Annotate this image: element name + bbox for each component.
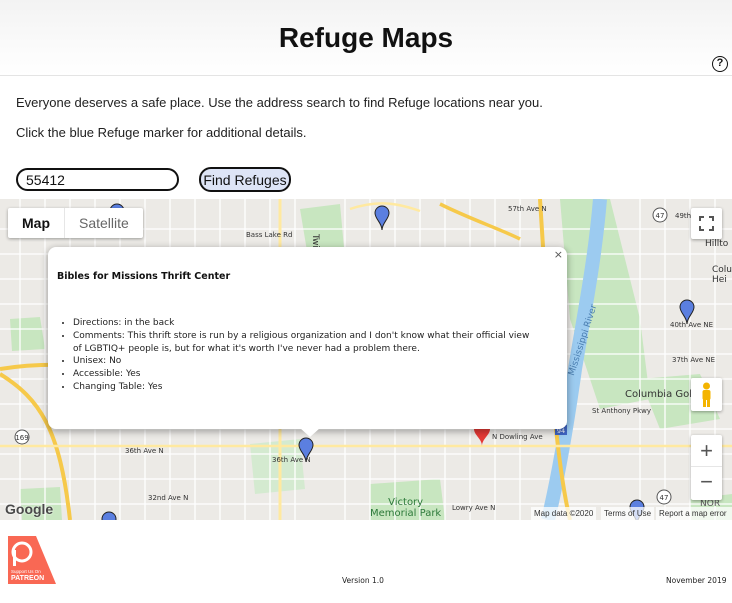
map-label-36th-ave-west: 36th Ave N bbox=[125, 447, 164, 455]
detail-directions: Directions: in the back bbox=[73, 317, 533, 330]
map-label-37th-ave-ne: 37th Ave NE bbox=[672, 356, 716, 364]
patreon-support-text: Support Us On bbox=[11, 569, 41, 574]
info-window-pointer bbox=[300, 428, 320, 437]
map-label-lowry: Lowry Ave N bbox=[452, 504, 496, 512]
detail-unisex: Unisex: No bbox=[73, 355, 533, 368]
version-text: Version 1.0 bbox=[342, 576, 384, 585]
map-label-hilltop: Hillto bbox=[705, 239, 729, 249]
info-window-title: Bibles for Missions Thrift Center bbox=[57, 271, 231, 282]
zoom-control: + − bbox=[691, 435, 722, 500]
patreon-label: PATREON bbox=[11, 575, 44, 582]
close-icon[interactable]: × bbox=[554, 248, 563, 261]
info-window-details: Directions: in the back Comments: This t… bbox=[73, 317, 533, 394]
refuge-marker-selected[interactable] bbox=[298, 437, 314, 463]
map-label-columbia-heights: Colu Hei bbox=[712, 265, 732, 285]
fullscreen-button[interactable] bbox=[691, 208, 722, 239]
detail-accessible: Accessible: Yes bbox=[73, 368, 533, 381]
map-label-bass-lake: Bass Lake Rd bbox=[246, 231, 293, 239]
map-type-satellite-button[interactable]: Satellite bbox=[65, 208, 143, 238]
refuge-marker[interactable] bbox=[101, 511, 117, 520]
help-icon[interactable]: ? bbox=[712, 56, 728, 72]
map-type-control: Map Satellite bbox=[8, 208, 143, 238]
detail-changing-table: Changing Table: Yes bbox=[73, 381, 533, 394]
map-label-victory-park: Victory Memorial Park bbox=[370, 497, 442, 519]
pegman-icon bbox=[702, 382, 711, 407]
map-label-32nd-ave: 32nd Ave N bbox=[148, 494, 189, 502]
map[interactable]: 47 169 47 94 Bass Lake Rd 57th Ave N 49t… bbox=[0, 199, 732, 520]
google-logo[interactable]: Google bbox=[5, 501, 53, 517]
svg-text:47: 47 bbox=[660, 494, 669, 502]
map-label-columbia-golf: Columbia Gol bbox=[625, 389, 693, 400]
terms-of-use-link[interactable]: Terms of Use bbox=[601, 507, 655, 520]
street-view-button[interactable] bbox=[691, 378, 722, 411]
intro-instructions: Click the blue Refuge marker for additio… bbox=[16, 125, 307, 140]
map-type-map-button[interactable]: Map bbox=[8, 208, 65, 238]
refuge-info-window: × Bibles for Missions Thrift Center Dire… bbox=[48, 247, 567, 437]
svg-text:169: 169 bbox=[15, 434, 28, 442]
find-refuges-button[interactable]: Find Refuges bbox=[199, 167, 291, 192]
refuge-marker[interactable] bbox=[374, 205, 390, 231]
refuge-marker[interactable] bbox=[679, 299, 695, 325]
intro-text: Everyone deserves a safe place. Use the … bbox=[16, 95, 543, 110]
map-label-57th-ave: 57th Ave N bbox=[508, 205, 547, 213]
report-map-error-link[interactable]: Report a map error bbox=[656, 507, 732, 520]
address-search-input[interactable] bbox=[16, 168, 179, 191]
map-label-dowling: N Dowling Ave bbox=[492, 433, 543, 441]
patreon-badge[interactable]: Support Us On PATREON bbox=[8, 536, 56, 584]
map-label-st-anthony: St Anthony Pkwy bbox=[592, 407, 652, 415]
page-title: Refuge Maps bbox=[278, 22, 454, 53]
page-header: Refuge Maps ? bbox=[0, 0, 732, 76]
detail-comments: Comments: This thrift store is run by a … bbox=[73, 330, 533, 356]
map-data-attribution: Map data ©2020 bbox=[531, 507, 597, 520]
zoom-in-button[interactable]: + bbox=[691, 435, 722, 467]
fullscreen-icon bbox=[699, 216, 714, 231]
release-date: November 2019 bbox=[666, 576, 727, 585]
zoom-out-button[interactable]: − bbox=[691, 467, 722, 500]
svg-text:47: 47 bbox=[656, 212, 665, 220]
